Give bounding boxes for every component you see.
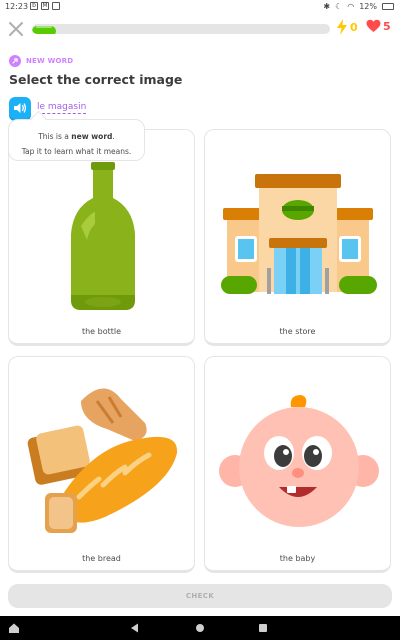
hearts-count: 5 (383, 19, 391, 33)
option-card-bottle[interactable]: the bottle (8, 129, 195, 346)
lightning-icon (337, 19, 347, 35)
close-button[interactable] (7, 20, 25, 38)
energy-count: 0 (350, 20, 358, 34)
battery-icon (382, 3, 394, 10)
option-card-store[interactable]: the store (204, 129, 391, 346)
recents-square-icon[interactable] (259, 624, 267, 632)
tooltip-line-2: Tap it to learn what it means. (21, 147, 132, 156)
bread-illustration (27, 388, 178, 533)
option-card-bread[interactable]: the bread (8, 356, 195, 573)
battery-percent: 12% (359, 2, 377, 11)
play-audio-button[interactable] (9, 97, 31, 119)
baby-illustration (219, 395, 379, 527)
speaker-icon (14, 103, 27, 113)
status-bar: 12:23 b M ✱ ☾ ◠ 12% (0, 0, 400, 14)
notification-b-icon: b (30, 2, 38, 10)
notification-m-icon: M (41, 2, 49, 10)
notification-icons: b M (30, 2, 60, 10)
option-card-baby[interactable]: the baby (204, 356, 391, 573)
store-illustration (221, 174, 377, 294)
option-label: the baby (279, 554, 316, 563)
prompt-title: Select the correct image (9, 72, 183, 87)
option-label: the bread (82, 554, 121, 563)
lesson-header: 0 5 (0, 14, 400, 44)
new-word-label: NEW WORD (26, 57, 74, 65)
close-icon (9, 22, 23, 36)
wifi-icon: ◠ (347, 2, 355, 11)
home-icon[interactable] (8, 622, 20, 634)
back-triangle-icon[interactable] (130, 623, 139, 633)
progress-fill (32, 26, 56, 34)
hearts-counter[interactable]: 5 (366, 19, 391, 33)
notification-box-icon (52, 2, 60, 10)
new-word-tooltip: This is a new word. Tap it to learn what… (8, 119, 145, 161)
option-label: the bottle (81, 327, 122, 336)
system-icons: ✱ ☾ ◠ 12% (323, 2, 394, 11)
energy-counter[interactable]: 0 (336, 19, 358, 35)
home-circle-icon[interactable] (196, 624, 204, 632)
dnd-moon-icon: ☾ (335, 2, 343, 11)
new-word-link[interactable]: le magasin (37, 102, 87, 114)
system-navigation-bar (0, 616, 400, 640)
lesson-progress-bar (32, 24, 330, 34)
tooltip-prefix: This is a (38, 132, 72, 141)
check-button[interactable]: CHECK (8, 584, 392, 608)
new-word-sparkle-icon (9, 55, 21, 67)
new-word-tag: NEW WORD (9, 55, 73, 67)
bottle-illustration (71, 162, 135, 310)
bluetooth-icon: ✱ (323, 2, 331, 11)
status-time: 12:23 (5, 2, 29, 11)
option-label: the store (279, 327, 316, 336)
tooltip-bold: new word (71, 132, 113, 141)
heart-icon (366, 19, 381, 32)
tooltip-suffix: . (112, 132, 115, 141)
word-row: le magasin (9, 97, 87, 119)
tooltip-line-1: This is a new word. (9, 129, 144, 144)
